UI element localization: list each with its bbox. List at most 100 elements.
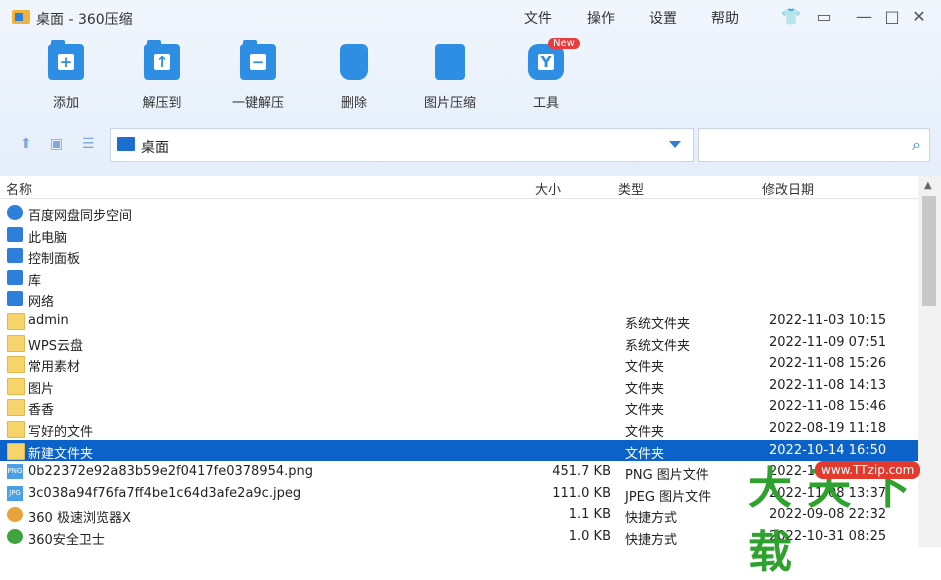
browser-icon	[7, 507, 23, 523]
library-icon	[7, 269, 23, 285]
png-file-icon: PNG	[7, 464, 23, 480]
window-title: 桌面 - 360压缩	[36, 12, 133, 28]
image-compress-icon	[435, 44, 465, 80]
folder-icon	[7, 442, 25, 460]
add-folder-icon: +	[48, 40, 84, 80]
thumbnail-view-icon[interactable]: ▣	[50, 136, 63, 152]
file-row[interactable]: 库	[0, 267, 918, 289]
file-row[interactable]: 写好的文件 文件夹 2022-08-19 11:18	[0, 418, 918, 440]
network-icon	[7, 291, 23, 307]
file-date: 2022-11-08 15:26	[769, 356, 887, 372]
menu-settings[interactable]: 设置	[649, 8, 677, 28]
up-arrow-icon[interactable]: ⬆	[20, 136, 32, 152]
file-row[interactable]: 香香 文件夹 2022-11-08 15:46	[0, 396, 918, 418]
one-click-extract-icon: −	[240, 40, 276, 80]
file-name: admin	[28, 312, 69, 328]
minimize-icon[interactable]: —	[853, 6, 875, 28]
scrollbar-thumb[interactable]	[922, 196, 936, 306]
toolbar-add-label: 添加	[52, 96, 79, 111]
toolbar-one-click-extract-label: 一键解压	[231, 96, 284, 111]
close-icon[interactable]: ✕	[908, 6, 930, 28]
file-type: 文件夹	[625, 381, 665, 397]
toolbar-extract-to-button[interactable]: ↑ 解压到	[122, 40, 202, 111]
file-type: 文件夹	[625, 424, 665, 440]
toolbar-add-button[interactable]: + 添加	[26, 40, 106, 111]
skin-icon[interactable]: 👕	[780, 6, 802, 28]
file-name: 网络	[28, 295, 55, 311]
file-date: 2022-11-08 15:46	[769, 399, 887, 415]
file-name: 360安全卫士	[28, 532, 105, 548]
folder-icon	[7, 356, 25, 374]
jpeg-file-icon: JPG	[7, 485, 23, 501]
desktop-icon	[117, 137, 135, 151]
file-date: 2022-08-19 11:18	[769, 420, 887, 436]
file-date: 2022-11-03 10:15	[769, 312, 887, 328]
file-list-header: 名称 大小 类型 修改日期	[0, 176, 918, 199]
file-row[interactable]: 百度网盘同步空间	[0, 202, 918, 224]
file-row[interactable]: 图片 文件夹 2022-11-08 14:13	[0, 375, 918, 397]
menu-operation[interactable]: 操作	[587, 8, 615, 28]
file-name: 百度网盘同步空间	[28, 209, 133, 224]
file-type: PNG 图片文件	[625, 468, 709, 484]
scroll-up-icon[interactable]: ▲	[924, 180, 932, 191]
folder-icon	[7, 420, 25, 438]
file-size: 1.0 KB	[568, 528, 611, 544]
file-date: 2022-11-08 14:13	[769, 377, 887, 393]
new-badge: New	[548, 38, 580, 49]
file-name: 控制面板	[28, 252, 81, 268]
control-panel-icon	[7, 248, 23, 264]
maximize-icon[interactable]: □	[881, 6, 903, 28]
file-type: JPEG 图片文件	[625, 489, 712, 505]
toolbar-extract-to-label: 解压到	[142, 96, 182, 111]
search-box[interactable]: ⌕	[698, 128, 930, 162]
column-type[interactable]: 类型	[618, 179, 644, 198]
address-path: 桌面	[141, 140, 169, 156]
file-name: 写好的文件	[28, 424, 94, 440]
file-row[interactable]: admin 系统文件夹 2022-11-03 10:15	[0, 310, 918, 332]
file-name: 新建文件夹	[28, 446, 94, 462]
toolbar-one-click-extract-button[interactable]: − 一键解压	[218, 40, 298, 111]
security-icon	[7, 528, 23, 544]
menu-file[interactable]: 文件	[524, 8, 552, 28]
file-row[interactable]: 常用素材 文件夹 2022-11-08 15:26	[0, 353, 918, 375]
file-row[interactable]: 网络	[0, 288, 918, 310]
message-icon[interactable]: ▭	[813, 6, 835, 28]
extract-to-icon: ↑	[144, 40, 180, 80]
toolbar-image-compress-label: 图片压缩	[423, 96, 476, 111]
file-name: 此电脑	[28, 230, 68, 246]
chevron-down-icon[interactable]	[669, 141, 681, 148]
file-type: 系统文件夹	[625, 316, 691, 332]
tools-icon: Y	[528, 44, 564, 80]
search-icon[interactable]: ⌕	[912, 135, 921, 155]
toolbar-tools-button[interactable]: Y 工具	[506, 44, 586, 111]
file-date: 2022-11-09 07:51	[769, 334, 887, 350]
file-size: 1.1 KB	[568, 507, 611, 523]
file-size: 111.0 KB	[552, 485, 611, 501]
toolbar-image-compress-button[interactable]: 图片压缩	[410, 44, 490, 111]
file-type: 系统文件夹	[625, 338, 691, 354]
title-bar: 桌面 - 360压缩 文件 操作 设置 帮助 👕 ▭ — □ ✕	[0, 0, 941, 34]
folder-icon	[7, 377, 25, 395]
file-row[interactable]: 控制面板	[0, 245, 918, 267]
sync-icon	[7, 205, 23, 220]
toolbar-delete-button[interactable]: 删除	[314, 44, 394, 111]
file-type: 文件夹	[625, 360, 665, 376]
file-type: 文件夹	[625, 446, 665, 462]
column-date[interactable]: 修改日期	[762, 179, 814, 198]
file-type: 快捷方式	[625, 511, 678, 527]
watermark-tag: www.TTzip.com	[815, 461, 921, 479]
toolbar-delete-label: 删除	[340, 96, 367, 111]
folder-icon	[7, 399, 25, 417]
file-name: WPS云盘	[28, 338, 83, 354]
file-row[interactable]: WPS云盘 系统文件夹 2022-11-09 07:51	[0, 332, 918, 354]
menu-help[interactable]: 帮助	[711, 8, 739, 28]
list-view-icon[interactable]: ☰	[82, 136, 95, 152]
file-name: 库	[28, 273, 42, 289]
column-size[interactable]: 大小	[535, 179, 561, 198]
column-name[interactable]: 名称	[6, 179, 32, 198]
file-row[interactable]: 此电脑	[0, 224, 918, 246]
address-bar[interactable]: 桌面	[110, 128, 694, 162]
computer-icon	[7, 226, 23, 242]
file-name: 香香	[28, 403, 55, 419]
toolbar-tools-label: 工具	[532, 96, 559, 111]
